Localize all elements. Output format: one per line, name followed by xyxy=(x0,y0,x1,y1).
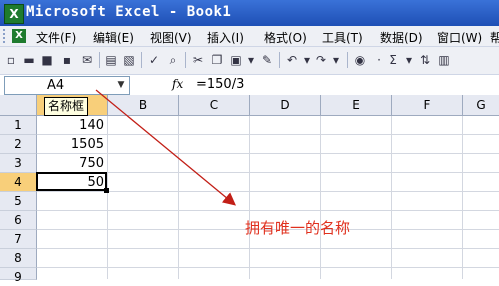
annotation-text: 拥有唯一的名称 xyxy=(245,219,351,237)
